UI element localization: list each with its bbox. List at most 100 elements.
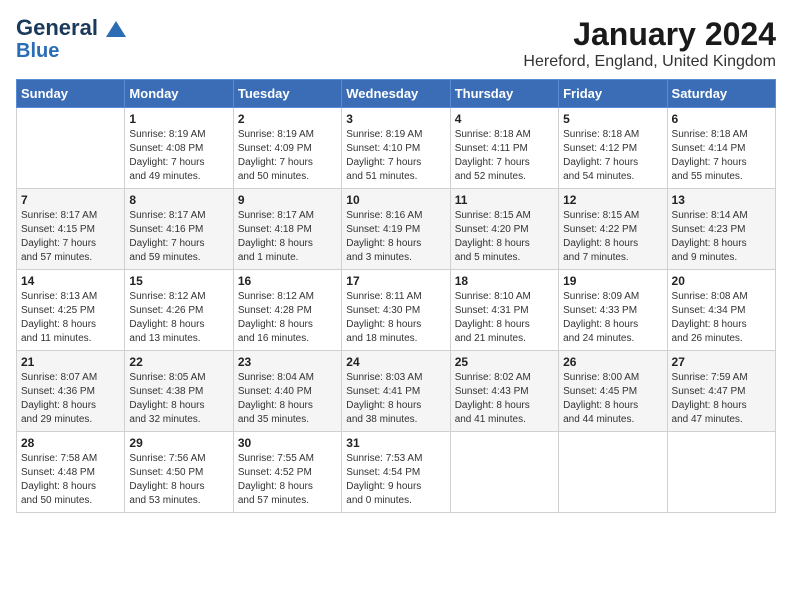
day-number: 12 [563, 193, 662, 207]
day-number: 22 [129, 355, 228, 369]
cell-info: Sunrise: 7:55 AM Sunset: 4:52 PM Dayligh… [238, 452, 337, 508]
cell-info: Sunrise: 8:18 AM Sunset: 4:12 PM Dayligh… [563, 128, 662, 184]
col-sunday: Sunday [17, 80, 125, 108]
cell-info: Sunrise: 8:13 AM Sunset: 4:25 PM Dayligh… [21, 290, 120, 346]
table-row: 31 Sunrise: 7:53 AM Sunset: 4:54 PM Dayli… [342, 432, 450, 513]
calendar-week-1: 1 Sunrise: 8:19 AM Sunset: 4:08 PM Daylig… [17, 108, 776, 189]
col-wednesday: Wednesday [342, 80, 450, 108]
cell-info: Sunrise: 7:59 AM Sunset: 4:47 PM Dayligh… [672, 371, 771, 427]
cell-info: Sunrise: 8:12 AM Sunset: 4:28 PM Dayligh… [238, 290, 337, 346]
col-saturday: Saturday [667, 80, 775, 108]
table-row: 20Sunrise: 8:08 AM Sunset: 4:34 PM Dayli… [667, 270, 775, 351]
logo-icon [106, 21, 126, 37]
cell-info: Sunrise: 8:19 AM Sunset: 4:10 PM Dayligh… [346, 128, 445, 184]
col-thursday: Thursday [450, 80, 558, 108]
cell-info: Sunrise: 7:53 AM Sunset: 4:54 PM Dayligh… [346, 452, 445, 508]
day-number: 8 [129, 193, 228, 207]
table-row: 24Sunrise: 8:03 AM Sunset: 4:41 PM Dayli… [342, 351, 450, 432]
table-row: 30 Sunrise: 7:55 AM Sunset: 4:52 PM Dayli… [233, 432, 341, 513]
day-number: 28 [21, 436, 120, 450]
table-row: 18Sunrise: 8:10 AM Sunset: 4:31 PM Dayli… [450, 270, 558, 351]
cell-info: Sunrise: 8:15 AM Sunset: 4:22 PM Dayligh… [563, 209, 662, 265]
day-number: 21 [21, 355, 120, 369]
cell-info: Sunrise: 8:03 AM Sunset: 4:41 PM Dayligh… [346, 371, 445, 427]
table-row: 8 Sunrise: 8:17 AM Sunset: 4:16 PM Daylig… [125, 189, 233, 270]
cell-info: Sunrise: 8:07 AM Sunset: 4:36 PM Dayligh… [21, 371, 120, 427]
day-number: 29 [129, 436, 228, 450]
day-number: 23 [238, 355, 337, 369]
table-row: 15Sunrise: 8:12 AM Sunset: 4:26 PM Dayli… [125, 270, 233, 351]
day-number: 1 [129, 112, 228, 126]
day-number: 14 [21, 274, 120, 288]
cell-info: Sunrise: 8:19 AM Sunset: 4:08 PM Dayligh… [129, 128, 228, 184]
cell-info: Sunrise: 8:10 AM Sunset: 4:31 PM Dayligh… [455, 290, 554, 346]
day-number: 4 [455, 112, 554, 126]
logo: General Blue [16, 16, 126, 62]
calendar-table: Sunday Monday Tuesday Wednesday Thursday… [16, 79, 776, 513]
col-monday: Monday [125, 80, 233, 108]
cell-info: Sunrise: 8:18 AM Sunset: 4:11 PM Dayligh… [455, 128, 554, 184]
table-row: 17 Sunrise: 8:11 AM Sunset: 4:30 PM Dayli… [342, 270, 450, 351]
cell-info: Sunrise: 8:19 AM Sunset: 4:09 PM Dayligh… [238, 128, 337, 184]
table-row: 16 Sunrise: 8:12 AM Sunset: 4:28 PM Dayli… [233, 270, 341, 351]
table-row: 11 Sunrise: 8:15 AM Sunset: 4:20 PM Dayli… [450, 189, 558, 270]
day-number: 27 [672, 355, 771, 369]
day-number: 9 [238, 193, 337, 207]
cell-info: Sunrise: 8:17 AM Sunset: 4:18 PM Dayligh… [238, 209, 337, 265]
table-row: 19 Sunrise: 8:09 AM Sunset: 4:33 PM Dayli… [559, 270, 667, 351]
day-number: 25 [455, 355, 554, 369]
cell-info: Sunrise: 8:18 AM Sunset: 4:14 PM Dayligh… [672, 128, 771, 184]
table-row: 26 Sunrise: 8:00 AM Sunset: 4:45 PM Dayli… [559, 351, 667, 432]
table-row: 4 Sunrise: 8:18 AM Sunset: 4:11 PM Daylig… [450, 108, 558, 189]
cell-info: Sunrise: 8:09 AM Sunset: 4:33 PM Dayligh… [563, 290, 662, 346]
logo-blue: Blue [16, 40, 59, 62]
day-number: 7 [21, 193, 120, 207]
table-row: 13 Sunrise: 8:14 AM Sunset: 4:23 PM Dayli… [667, 189, 775, 270]
page-subtitle: Hereford, England, United Kingdom [523, 53, 776, 71]
table-row: 10 Sunrise: 8:16 AM Sunset: 4:19 PM Dayli… [342, 189, 450, 270]
cell-info: Sunrise: 8:00 AM Sunset: 4:45 PM Dayligh… [563, 371, 662, 427]
day-number: 17 [346, 274, 445, 288]
day-number: 16 [238, 274, 337, 288]
cell-info: Sunrise: 8:16 AM Sunset: 4:19 PM Dayligh… [346, 209, 445, 265]
day-number: 5 [563, 112, 662, 126]
cell-info: Sunrise: 7:58 AM Sunset: 4:48 PM Dayligh… [21, 452, 120, 508]
cell-info: Sunrise: 8:17 AM Sunset: 4:16 PM Dayligh… [129, 209, 228, 265]
table-row: 1 Sunrise: 8:19 AM Sunset: 4:08 PM Daylig… [125, 108, 233, 189]
cell-info: Sunrise: 8:04 AM Sunset: 4:40 PM Dayligh… [238, 371, 337, 427]
day-number: 11 [455, 193, 554, 207]
table-row: 14 Sunrise: 8:13 AM Sunset: 4:25 PM Dayli… [17, 270, 125, 351]
table-row: 25Sunrise: 8:02 AM Sunset: 4:43 PM Dayli… [450, 351, 558, 432]
calendar-week-4: 21 Sunrise: 8:07 AM Sunset: 4:36 PM Dayli… [17, 351, 776, 432]
table-row: 27 Sunrise: 7:59 AM Sunset: 4:47 PM Dayli… [667, 351, 775, 432]
day-number: 26 [563, 355, 662, 369]
table-row: 23 Sunrise: 8:04 AM Sunset: 4:40 PM Dayli… [233, 351, 341, 432]
day-number: 30 [238, 436, 337, 450]
table-row: 12 Sunrise: 8:15 AM Sunset: 4:22 PM Dayli… [559, 189, 667, 270]
cell-info: Sunrise: 8:08 AM Sunset: 4:34 PM Dayligh… [672, 290, 771, 346]
table-row [17, 108, 125, 189]
cell-info: Sunrise: 8:14 AM Sunset: 4:23 PM Dayligh… [672, 209, 771, 265]
calendar-week-2: 7Sunrise: 8:17 AM Sunset: 4:15 PM Daylig… [17, 189, 776, 270]
logo-text: General [16, 16, 126, 40]
cell-info: Sunrise: 8:12 AM Sunset: 4:26 PM Dayligh… [129, 290, 228, 346]
day-number: 6 [672, 112, 771, 126]
day-number: 19 [563, 274, 662, 288]
cell-info: Sunrise: 8:15 AM Sunset: 4:20 PM Dayligh… [455, 209, 554, 265]
title-block: January 2024 Hereford, England, United K… [523, 16, 776, 71]
col-tuesday: Tuesday [233, 80, 341, 108]
table-row [450, 432, 558, 513]
day-number: 13 [672, 193, 771, 207]
cell-info: Sunrise: 8:11 AM Sunset: 4:30 PM Dayligh… [346, 290, 445, 346]
page-title: January 2024 [523, 16, 776, 53]
table-row: 22Sunrise: 8:05 AM Sunset: 4:38 PM Dayli… [125, 351, 233, 432]
cell-info: Sunrise: 7:56 AM Sunset: 4:50 PM Dayligh… [129, 452, 228, 508]
table-row: 28 Sunrise: 7:58 AM Sunset: 4:48 PM Dayli… [17, 432, 125, 513]
table-row: 5 Sunrise: 8:18 AM Sunset: 4:12 PM Daylig… [559, 108, 667, 189]
table-row: 2Sunrise: 8:19 AM Sunset: 4:09 PM Daylig… [233, 108, 341, 189]
calendar-week-3: 14 Sunrise: 8:13 AM Sunset: 4:25 PM Dayli… [17, 270, 776, 351]
day-number: 10 [346, 193, 445, 207]
table-row: 21 Sunrise: 8:07 AM Sunset: 4:36 PM Dayli… [17, 351, 125, 432]
day-number: 31 [346, 436, 445, 450]
table-row: 3Sunrise: 8:19 AM Sunset: 4:10 PM Daylig… [342, 108, 450, 189]
